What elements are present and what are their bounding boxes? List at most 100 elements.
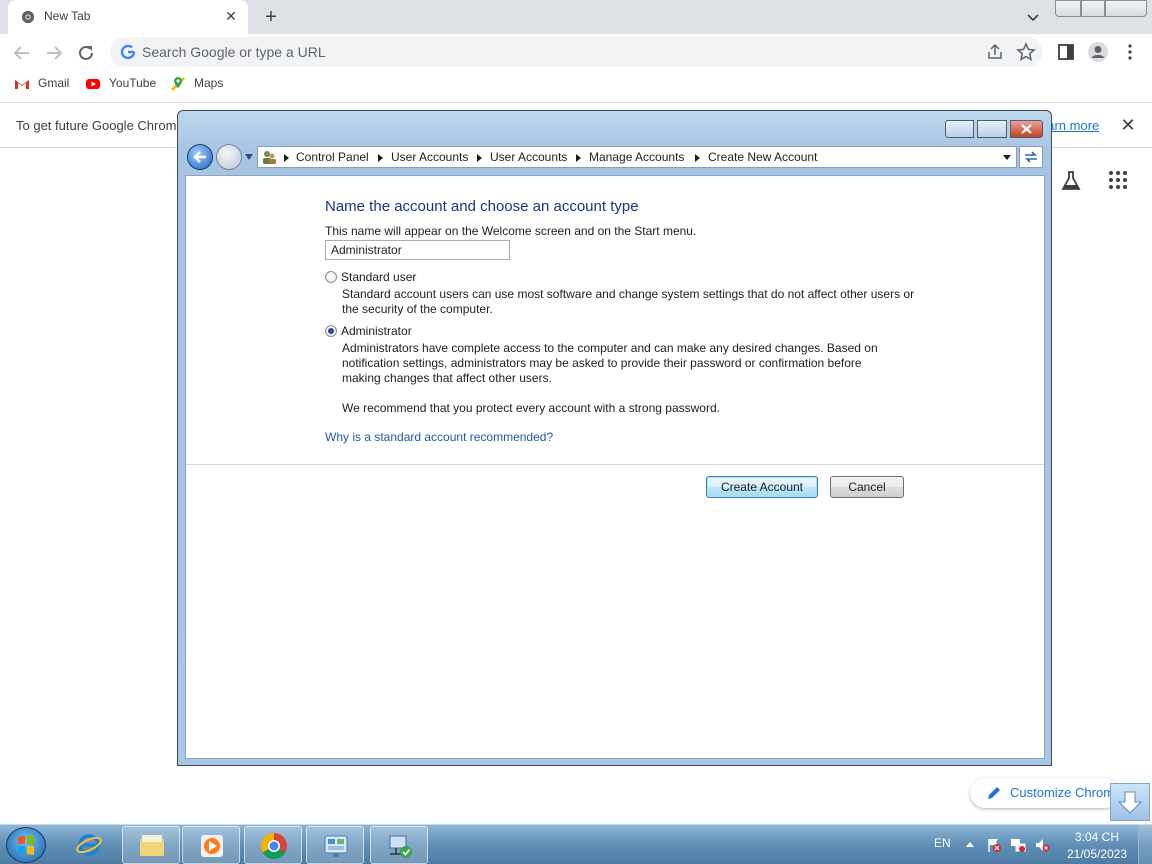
bookmark-youtube[interactable]: YouTube (85, 75, 159, 93)
gmail-icon (15, 80, 29, 89)
address-bar[interactable]: Control Panel User Accounts User Account… (257, 146, 1017, 168)
cancel-button[interactable]: Cancel (830, 476, 904, 498)
dialog-refresh-button[interactable] (1019, 146, 1043, 168)
standard-user-radio[interactable] (325, 271, 337, 283)
download-arrow-icon[interactable] (1110, 783, 1150, 821)
dialog-forward-button[interactable] (216, 144, 242, 170)
breadcrumb-manage-accounts[interactable]: Manage Accounts (589, 150, 684, 164)
customize-chrome-button[interactable]: Customize Chrome (970, 778, 1122, 808)
pencil-icon (988, 787, 1000, 799)
bookmark-gmail[interactable]: Gmail (14, 75, 74, 93)
new-tab-button[interactable]: + (260, 6, 282, 28)
tab-strip: New Tab ✕ + (0, 0, 1152, 34)
breadcrumb-separator-icon (378, 154, 383, 162)
breadcrumb-separator-icon (695, 154, 700, 162)
bookmark-label: YouTube (109, 76, 157, 90)
breadcrumb-user-accounts[interactable]: User Accounts (391, 150, 468, 164)
reload-icon[interactable] (74, 41, 98, 65)
chrome-icon (260, 832, 287, 860)
breadcrumb-separator-icon (576, 154, 581, 162)
name-hint: This name will appear on the Welcome scr… (325, 224, 697, 238)
window-restore-button[interactable] (1081, 0, 1105, 17)
tab-search-icon[interactable] (1024, 8, 1042, 26)
bookmark-label: Maps (194, 76, 224, 90)
bookmark-star-icon[interactable] (1016, 42, 1036, 62)
taskbar: EN 3:04 CH 21/05/2023 (0, 824, 1152, 864)
bookmarks-bar: Gmail YouTube Maps (0, 70, 1152, 98)
account-name-input[interactable]: Administrator (325, 240, 510, 260)
administrator-label[interactable]: Administrator (341, 324, 412, 338)
user-accounts-icon (263, 151, 276, 164)
breadcrumb-separator-icon (477, 154, 482, 162)
dialog-window-controls (945, 120, 1045, 139)
administrator-radio[interactable] (325, 325, 337, 337)
dialog-maximize-button[interactable] (977, 120, 1007, 138)
create-account-window: Control Panel User Accounts User Account… (177, 110, 1052, 766)
forward-arrow-icon[interactable] (42, 41, 66, 65)
google-apps-icon[interactable] (1108, 170, 1128, 190)
taskbar-control-panel[interactable] (306, 826, 364, 864)
standard-user-label[interactable]: Standard user (341, 270, 416, 284)
infobar-message: To get future Google Chrom (16, 118, 177, 133)
why-standard-account-link[interactable]: Why is a standard account recommended? (325, 430, 553, 444)
side-panel-icon[interactable] (1056, 42, 1076, 62)
administrator-desc-line: Administrators have complete access to t… (342, 341, 878, 355)
language-indicator[interactable]: EN (934, 836, 951, 850)
bookmark-label: Gmail (38, 76, 70, 90)
address-dropdown-icon[interactable] (1003, 155, 1011, 160)
infobar-close-icon[interactable]: ✕ (1118, 115, 1138, 135)
chrome-icon (21, 10, 35, 24)
tab-new-tab[interactable]: New Tab ✕ (8, 0, 248, 34)
media-player-icon (201, 835, 223, 857)
youtube-icon (86, 79, 100, 89)
dialog-back-button[interactable] (187, 144, 213, 170)
clock-time[interactable]: 3:04 CH (1062, 830, 1132, 844)
standard-user-desc-line: Standard account users can use most soft… (342, 287, 915, 301)
labs-flask-icon[interactable] (1060, 170, 1082, 192)
taskbar-media-player[interactable] (182, 826, 240, 864)
windows-explorer-icon (140, 835, 164, 856)
tab-close-icon[interactable]: ✕ (222, 7, 240, 25)
window-close-button[interactable] (1105, 0, 1147, 17)
dialog-close-button[interactable] (1010, 120, 1043, 138)
back-arrow-icon[interactable] (10, 41, 34, 65)
standard-user-desc-line: the security of the computer. (342, 302, 493, 316)
google-g-icon (120, 44, 136, 60)
create-account-button[interactable]: Create Account (706, 476, 818, 498)
page-title: Name the account and choose an account t… (325, 198, 639, 215)
profile-avatar-icon[interactable] (1087, 41, 1109, 63)
dialog-minimize-button[interactable] (945, 120, 974, 138)
dialog-content: Name the account and choose an account t… (185, 175, 1045, 759)
customize-label: Customize Chrome (1010, 785, 1122, 800)
share-icon[interactable] (986, 43, 1004, 61)
password-recommendation: We recommend that you protect every acco… (342, 401, 720, 415)
internet-explorer-icon (76, 834, 102, 856)
clock-date[interactable]: 21/05/2023 (1062, 847, 1132, 861)
recent-pages-arrow-icon[interactable] (244, 153, 254, 161)
button-divider (186, 464, 1044, 465)
control-panel-icon (324, 835, 348, 857)
taskbar-windows-explorer[interactable] (122, 826, 180, 864)
breadcrumb-user-accounts-2[interactable]: User Accounts (490, 150, 567, 164)
administrator-desc-line: notification settings, administrators ma… (342, 356, 862, 370)
network-setup-icon (389, 835, 412, 858)
bookmark-maps[interactable]: Maps (170, 75, 230, 93)
maps-icon (170, 76, 186, 92)
browser-toolbar: Search Google or type a URL (0, 34, 1152, 70)
omnibox-placeholder: Search Google or type a URL (142, 44, 326, 60)
administrator-desc-line: making changes that affect other users. (342, 371, 552, 385)
show-desktop-button[interactable] (1138, 825, 1152, 864)
action-center-flag-icon[interactable] (986, 837, 1002, 853)
volume-muted-icon[interactable] (1034, 837, 1050, 853)
taskbar-internet-explorer[interactable] (60, 826, 118, 864)
breadcrumb-control-panel[interactable]: Control Panel (296, 150, 369, 164)
chrome-menu-icon[interactable] (1120, 42, 1140, 62)
start-button[interactable] (6, 827, 46, 863)
window-minimize-button[interactable] (1055, 0, 1081, 17)
show-hidden-icons-arrow[interactable] (966, 842, 974, 847)
omnibox[interactable]: Search Google or type a URL (110, 37, 1043, 67)
taskbar-network-setup[interactable] (370, 826, 428, 864)
network-status-icon[interactable] (1010, 837, 1026, 853)
breadcrumb-create-new-account[interactable]: Create New Account (708, 150, 817, 164)
taskbar-chrome[interactable] (244, 826, 302, 864)
